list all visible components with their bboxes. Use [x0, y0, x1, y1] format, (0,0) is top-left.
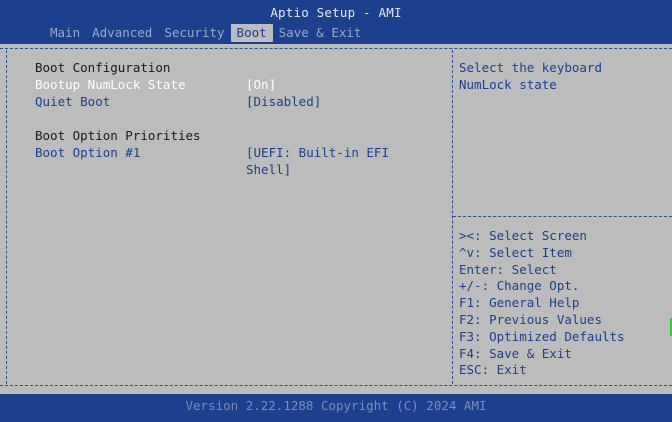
version-text: Version 2.22.1288 Copyright (C) 2024 AMI [185, 398, 487, 413]
key-general-help: F1: General Help [459, 295, 580, 311]
key-enter-select: Enter: Select [459, 261, 557, 277]
key-legend: ><: Select Screen ^v: Select Item Enter:… [459, 228, 625, 379]
tab-main[interactable]: Main [44, 24, 86, 42]
numlock-state-label[interactable]: Bootup NumLock State [35, 76, 186, 93]
main-panel: Boot Configuration Bootup NumLock State … [0, 44, 672, 394]
quiet-boot-value[interactable]: [Disabled] [246, 93, 321, 110]
top-border [0, 48, 672, 50]
key-previous-values: F2: Previous Values [459, 311, 602, 327]
quiet-boot-label[interactable]: Quiet Boot [35, 93, 110, 110]
help-text-line2: NumLock state [459, 77, 557, 92]
app-title: Aptio Setup - AMI [270, 5, 402, 20]
key-save-exit: F4: Save & Exit [459, 345, 572, 361]
footer-bar: Version 2.22.1288 Copyright (C) 2024 AMI [0, 394, 672, 422]
key-esc-exit: ESC: Exit [459, 362, 527, 378]
tab-advanced[interactable]: Advanced [86, 24, 158, 42]
numlock-state-value[interactable]: [On] [246, 76, 276, 93]
header-bar: Aptio Setup - AMI Main Advanced Security… [0, 0, 672, 44]
tab-save-exit[interactable]: Save & Exit [273, 24, 368, 42]
tab-security[interactable]: Security [158, 24, 230, 42]
left-border [6, 50, 7, 384]
help-text-line1: Select the keyboard [459, 60, 602, 75]
key-select-screen: ><: Select Screen [459, 228, 587, 243]
help-divider [453, 216, 672, 218]
key-optimized-defaults: F3: Optimized Defaults [459, 328, 625, 344]
tab-boot[interactable]: Boot [230, 24, 273, 42]
section-boot-option-priorities: Boot Option Priorities [35, 128, 201, 143]
bottom-border [0, 385, 672, 387]
key-change-opt: +/-: Change Opt. [459, 278, 580, 294]
menu-bar: Main Advanced Security Boot Save & Exit [44, 24, 367, 42]
boot-option-1-value[interactable]: [UEFI: Built-in EFI [246, 144, 389, 161]
boot-option-1-value-cont[interactable]: Shell] [246, 161, 291, 178]
boot-option-1-label[interactable]: Boot Option #1 [35, 144, 140, 161]
section-boot-configuration: Boot Configuration [35, 60, 171, 75]
key-select-item: ^v: Select Item [459, 244, 572, 260]
